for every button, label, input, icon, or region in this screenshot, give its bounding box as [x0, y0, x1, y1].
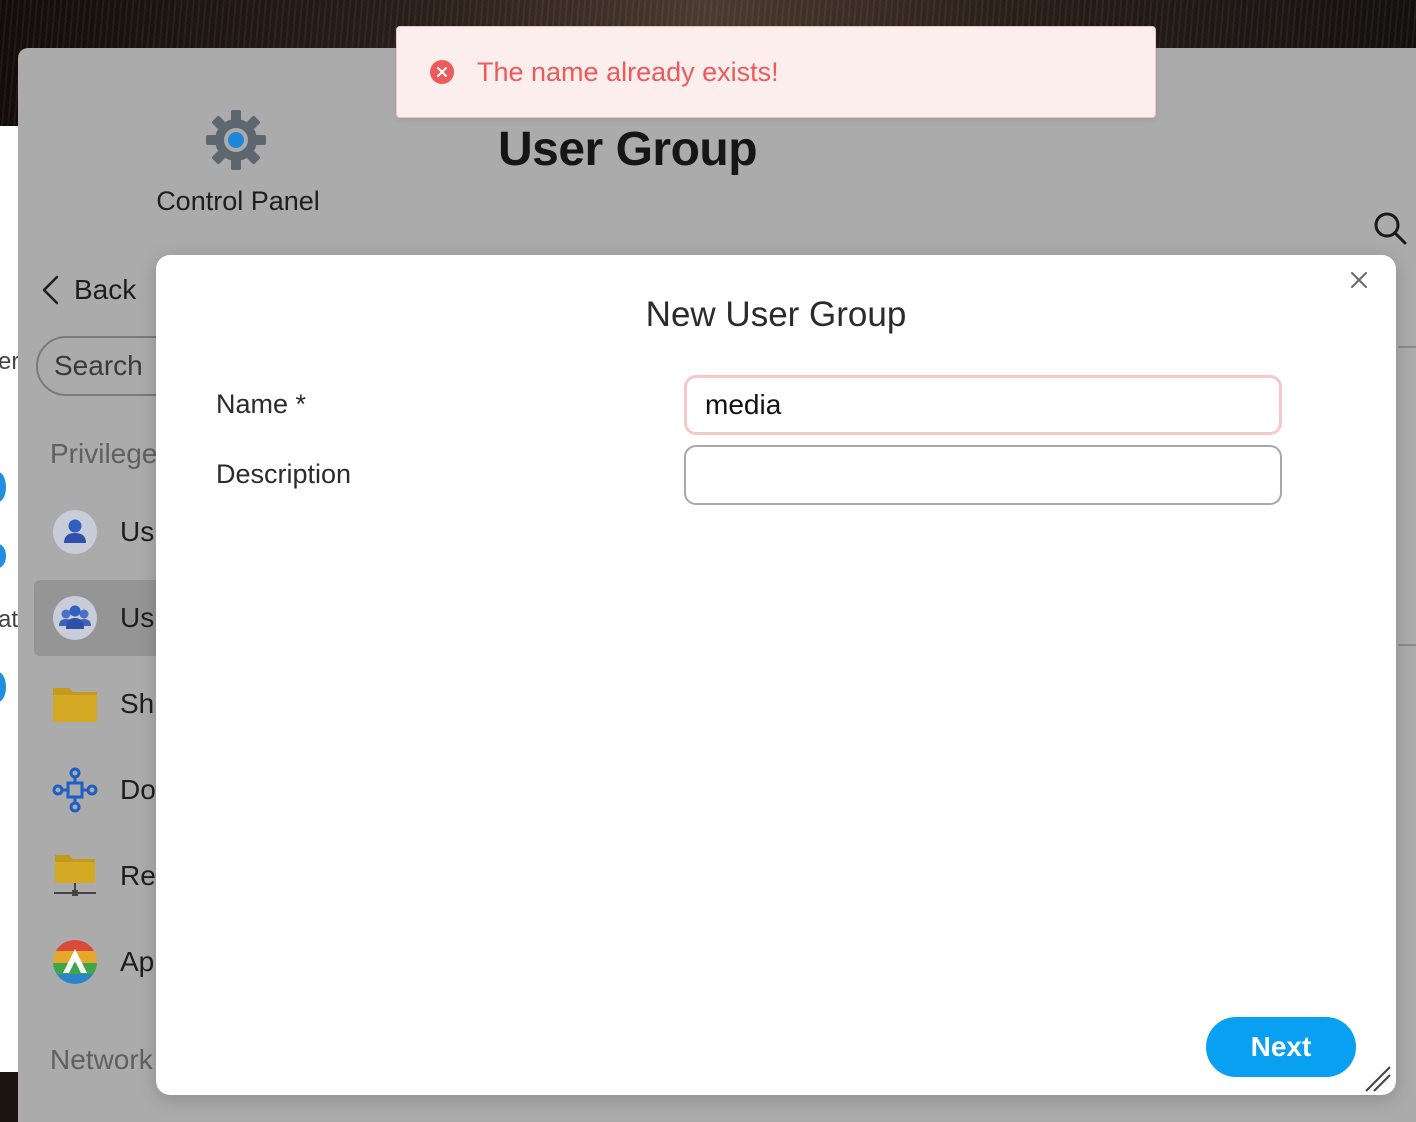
- error-circle-icon: [430, 60, 454, 84]
- section-header-network: Network: [50, 1044, 153, 1075]
- sidebar-item-label: Sh: [120, 688, 155, 719]
- dialog-title: New User Group: [645, 295, 907, 334]
- background-app-icon: [0, 544, 6, 568]
- background-app-window: er at: [0, 126, 20, 1072]
- name-field[interactable]: [684, 375, 1282, 435]
- sidebar-item-label: Re: [120, 860, 156, 891]
- background-app-text: er: [0, 348, 20, 375]
- search-placeholder: Search: [54, 350, 143, 381]
- chevron-left-icon: [42, 275, 59, 305]
- name-label: Name *: [216, 389, 307, 419]
- description-field[interactable]: [684, 445, 1282, 505]
- app-name: Control Panel: [156, 186, 320, 216]
- divider: [1398, 346, 1416, 348]
- back-button[interactable]: Back: [40, 274, 136, 306]
- toast-message: The name already exists!: [477, 56, 779, 87]
- background-app-text: at: [0, 606, 19, 633]
- app-privilege-icon: [52, 939, 98, 985]
- domain-network-icon: [52, 767, 98, 813]
- resize-grip-icon[interactable]: [1362, 1063, 1392, 1093]
- sidebar-item-label: Us: [120, 602, 155, 633]
- background-app-icon: [0, 472, 6, 502]
- new-user-group-dialog: New User Group Name * Description Next: [156, 255, 1396, 1095]
- section-header-privilege: Privilege: [50, 438, 158, 469]
- description-label: Description: [216, 459, 352, 489]
- background-app-icon: [0, 672, 6, 702]
- remote-folder-icon: [52, 853, 98, 899]
- gear-icon: [206, 110, 266, 170]
- user-group-icon: [52, 595, 98, 641]
- search-icon[interactable]: [1372, 210, 1408, 246]
- shared-folder-icon: [52, 681, 98, 727]
- sidebar-item-label: Us: [120, 516, 155, 547]
- error-toast: The name already exists!: [396, 26, 1156, 118]
- close-icon[interactable]: [1348, 269, 1370, 291]
- next-button[interactable]: Next: [1206, 1017, 1356, 1077]
- sidebar-item-label: Do: [120, 774, 156, 805]
- sidebar-item-label: Ap: [120, 946, 155, 977]
- page-title: User Group: [498, 123, 758, 176]
- user-icon: [52, 509, 98, 555]
- divider: [1398, 644, 1416, 646]
- back-label: Back: [74, 274, 137, 305]
